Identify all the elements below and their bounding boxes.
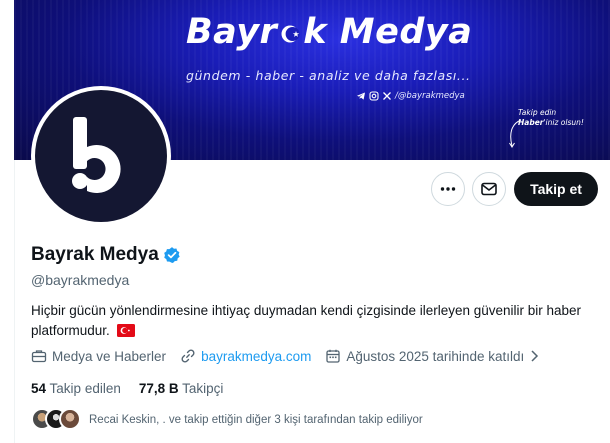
website-item[interactable]: bayrakmedya.com: [180, 348, 311, 364]
envelope-icon: [481, 182, 497, 196]
profile-page: Bayr k Medya gündem - haber - analiz ve d…: [0, 0, 610, 443]
banner-note-line1: Takip edin: [518, 108, 557, 117]
display-name: Bayrak Medya: [31, 244, 159, 265]
profile-bio: Hiçbir gücün yönlendirmesine ihtiyaç duy…: [31, 301, 591, 341]
x-logo-icon: [383, 92, 391, 100]
following-stat[interactable]: 54 Takip edilen: [31, 381, 121, 396]
follow-button[interactable]: Takip et: [514, 172, 598, 206]
profile-stats: 54 Takip edilen 77,8 B Takipçi: [31, 381, 241, 396]
message-button[interactable]: [472, 172, 506, 206]
bio-text: Hiçbir gücün yönlendirmesine ihtiyaç duy…: [31, 303, 582, 338]
category-label: Medya ve Haberler: [52, 348, 167, 364]
profile-name-row: Bayrak Medya: [31, 244, 181, 266]
banner-note: Takip edin Haber'iniz olsun!: [518, 108, 588, 128]
ellipsis-icon: [440, 187, 456, 191]
followers-count: 77,8 B: [138, 381, 179, 396]
banner-note-rest: 'iniz olsun!: [543, 118, 584, 127]
category-item: Medya ve Haberler: [31, 348, 166, 364]
known-follower-avatars: [31, 408, 81, 432]
banner-social-links: /@bayrakmedya: [356, 91, 465, 101]
joined-label: Ağustos 2025 tarihinde katıldı: [346, 348, 525, 364]
verified-badge-icon[interactable]: [163, 246, 181, 264]
known-followers[interactable]: Recai Keskin, . ve takip ettiğin diğer 3…: [31, 408, 423, 432]
more-options-button[interactable]: [431, 172, 465, 206]
followers-stat[interactable]: 77,8 B Takipçi: [139, 381, 224, 396]
telegram-icon: [357, 92, 365, 100]
website-link[interactable]: bayrakmedya.com: [201, 349, 311, 364]
following-count: 54: [31, 381, 47, 396]
banner-tagline: gündem - haber - analiz ve daha fazlası.…: [186, 68, 471, 83]
bayrak-logo-icon: [72, 117, 121, 193]
following-label: Takip edilen: [49, 381, 121, 396]
profile-avatar[interactable]: [31, 86, 171, 226]
known-followers-text: Recai Keskin, . ve takip ettiğin diğer 3…: [89, 414, 423, 426]
crescent-star-icon: [281, 25, 300, 43]
turkey-flag-icon: [116, 324, 135, 337]
profile-handle: @bayrakmedya: [31, 272, 130, 288]
banner-title: Bayr k Medya: [186, 12, 473, 52]
banner-social-handle: /@bayrakmedya: [395, 91, 465, 101]
instagram-icon: [369, 91, 379, 101]
joined-item[interactable]: Ağustos 2025 tarihinde katıldı: [325, 348, 539, 364]
avatar: [59, 408, 81, 430]
briefcase-icon: [31, 350, 47, 363]
avatar-logo: [35, 90, 167, 222]
followers-label: Takipçi: [182, 381, 224, 396]
banner-note-bold: Haber: [518, 118, 544, 127]
calendar-icon: [326, 349, 341, 363]
chevron-right-icon: [531, 350, 539, 362]
link-icon: [181, 349, 195, 363]
profile-meta-row: Medya ve Haberler bayrakmedya.com Ağusto…: [31, 348, 553, 364]
